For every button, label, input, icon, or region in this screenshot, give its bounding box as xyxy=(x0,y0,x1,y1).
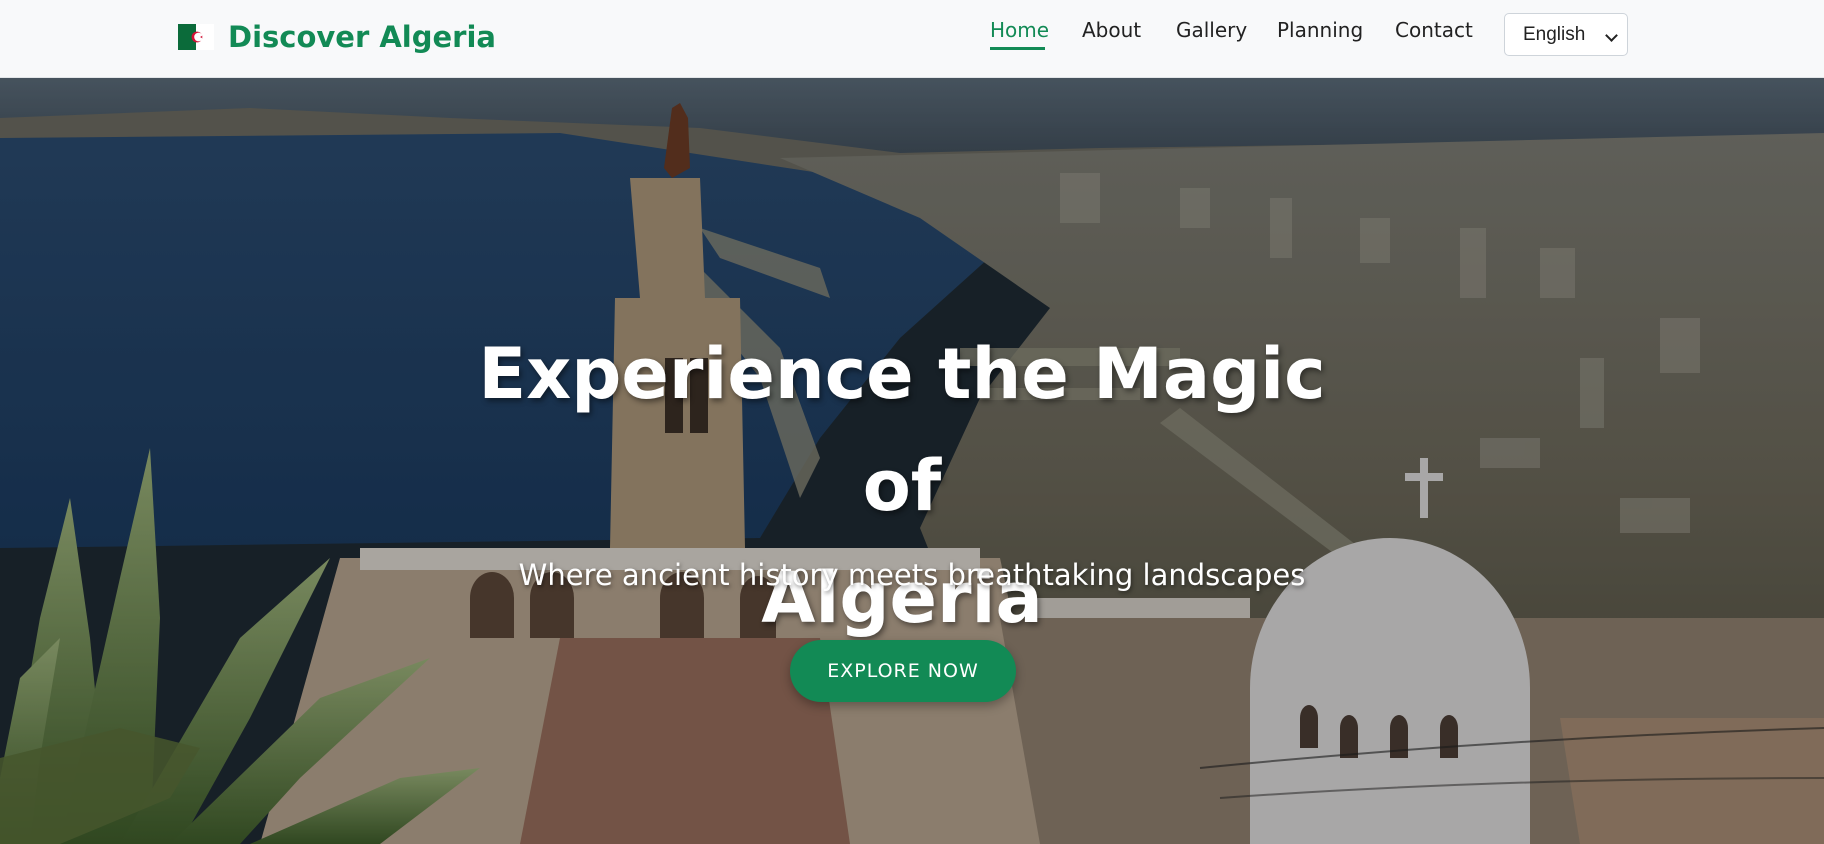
active-indicator xyxy=(990,18,1045,52)
hero-title-line1: Experience the Magic of xyxy=(478,333,1326,527)
brand-name: Discover Algeria xyxy=(228,20,496,54)
nav-about[interactable]: About xyxy=(1082,18,1141,42)
language-selected-value: English xyxy=(1523,23,1586,45)
nav-contact[interactable]: Contact xyxy=(1395,18,1473,42)
nav-gallery[interactable]: Gallery xyxy=(1176,18,1247,42)
hero-subtitle: Where ancient history meets breathtaking… xyxy=(518,558,1306,592)
chevron-down-icon xyxy=(1605,29,1618,42)
algeria-flag-icon xyxy=(178,24,214,50)
hero-section: Experience the Magic of Algeria Where an… xyxy=(0,78,1824,844)
brand-link[interactable]: Discover Algeria xyxy=(178,20,496,54)
navbar: Discover Algeria Home About Gallery Plan… xyxy=(0,0,1824,78)
explore-now-button[interactable]: EXPLORE NOW xyxy=(790,640,1016,702)
nav-planning[interactable]: Planning xyxy=(1277,18,1363,42)
hero-title: Experience the Magic of Algeria xyxy=(462,318,1342,654)
language-select[interactable]: English xyxy=(1504,13,1628,56)
